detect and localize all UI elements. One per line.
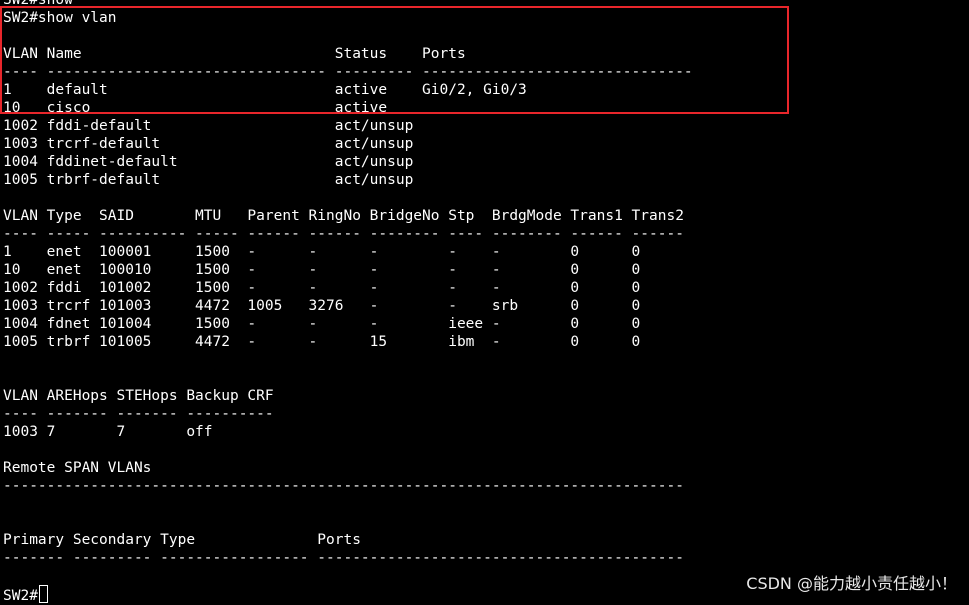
terminal-line: 1003 7 7 off [3,424,213,440]
terminal-line: Primary Secondary Type Ports [3,532,361,548]
terminal-line: 10 enet 100010 1500 - - - - - 0 0 [3,262,641,278]
terminal-line: ---- ------- ------- ---------- [3,406,274,422]
terminal-line: VLAN Type SAID MTU Parent RingNo BridgeN… [3,208,684,224]
terminal-line: 1003 trcrf-default act/unsup [3,136,414,152]
text-cursor [38,585,48,603]
terminal-line: 1004 fdnet 101004 1500 - - - ieee - 0 0 [3,316,641,332]
prompt-text: SW2# [3,588,38,604]
terminal-line: VLAN AREHops STEHops Backup CRF [3,388,274,404]
terminal-line: ---- ----- ---------- ----- ------ -----… [3,226,684,242]
terminal-line: ------- --------- ----------------- ----… [3,550,684,566]
terminal-line: 1002 fddi-default act/unsup [3,118,414,134]
terminal-line: 1005 trbrf 101005 4472 - - 15 ibm - 0 0 [3,334,641,350]
terminal-line: Remote SPAN VLANs [3,460,152,476]
terminal-line: 1 enet 100001 1500 - - - - - 0 0 [3,244,641,260]
terminal-line: 1005 trbrf-default act/unsup [3,172,414,188]
watermark-text: CSDN @能力越小责任越小！ [746,574,957,593]
terminal-line: 1004 fddinet-default act/unsup [3,154,414,170]
terminal-line: 1003 trcrf 101003 4472 1005 3276 - - srb… [3,298,641,314]
highlight-annotation-box [0,6,789,114]
terminal-line: 1002 fddi 101002 1500 - - - - - 0 0 [3,280,641,296]
terminal-line: ----------------------------------------… [3,478,684,494]
